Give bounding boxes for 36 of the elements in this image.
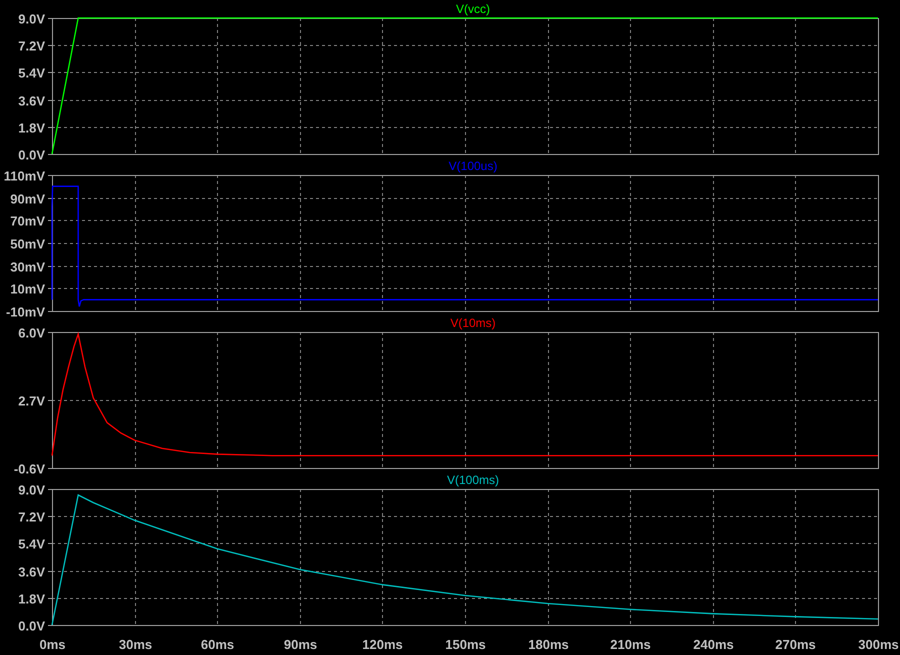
x-tick-label: 0ms [39,637,66,652]
x-tick-label: 180ms [528,637,569,652]
y-tick-label: 9.0V [18,482,45,498]
x-tick-label: 60ms [200,637,234,652]
x-tick-label: 210ms [610,637,651,652]
y-tick-label: 7.2V [18,510,45,524]
y-tick-label: 7.2V [18,38,45,54]
y-tick-label: 3.6V [18,564,45,580]
y-tick-label: 5.4V [18,536,45,552]
y-tick-label: 2.7V [18,394,45,408]
x-tick-label: 240ms [693,637,734,652]
y-tick-label: 1.8V [18,592,45,606]
y-tick-label: 9.0V [18,12,45,26]
y-tick-label: 6.0V [18,326,45,340]
chart-title[interactable]: V(100ms) [447,473,499,487]
chart-title[interactable]: V(10ms) [450,316,496,330]
x-tick-label: 300ms [858,637,899,652]
x-tick-label: 120ms [362,637,403,652]
y-tick-label: -10mV [6,304,45,320]
y-tick-label: 5.4V [18,66,45,80]
y-tick-label: -0.6V [14,462,45,476]
y-tick-label: 90mV [10,192,45,206]
x-tick-label: 150ms [445,637,486,652]
x-tick-label: 270ms [775,637,816,652]
y-tick-label: 10mV [10,282,45,296]
y-tick-label: 70mV [10,214,45,228]
x-tick-label: 30ms [118,637,152,652]
y-tick-label: 30mV [10,260,45,274]
y-tick-label: 1.8V [18,120,45,136]
x-tick-label: 90ms [284,637,318,652]
y-tick-label: 110mV [4,168,45,184]
y-tick-label: 0.0V [18,618,45,634]
y-tick-label: 0.0V [18,148,45,162]
chart-title[interactable]: V(vcc) [456,2,490,16]
y-tick-label: 50mV [10,236,45,252]
y-tick-label: 3.6V [18,94,45,108]
